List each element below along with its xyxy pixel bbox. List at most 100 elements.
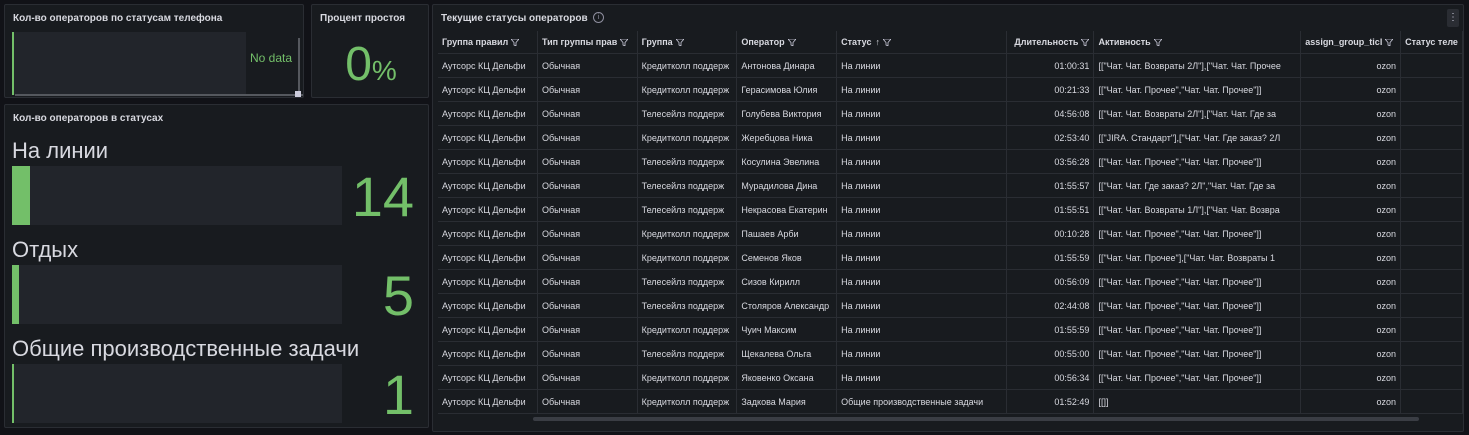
table-cell: Аутсорс КЦ Дельфи	[438, 101, 538, 126]
column-header[interactable]: Активность	[1093, 31, 1302, 54]
table-cell: Телесейлз поддерж	[637, 293, 738, 318]
table-cell: [["Чат. Чат. Прочее","Чат. Чат. Прочее"]…	[1093, 365, 1302, 390]
filter-icon[interactable]	[1153, 39, 1162, 47]
column-header-label: assign_group_ticl	[1305, 37, 1383, 47]
table-cell: 01:52:49	[1006, 389, 1095, 414]
table-row[interactable]: Аутсорс КЦ Дельфи Обычная Телесейлз поддер…	[438, 341, 1463, 366]
table-cell: Чуич Максим	[736, 317, 838, 342]
table-cell: Телесейлз поддерж	[637, 341, 738, 366]
column-header-label: Тип группы прав	[541, 37, 618, 47]
table-cell: [["Чат. Чат. Возвраты 2Л"],["Чат. Чат. П…	[1093, 53, 1302, 78]
table-cell: 02:53:40	[1006, 125, 1095, 150]
table-cell: 01:55:59	[1006, 245, 1095, 270]
table-cell: Обычная	[537, 197, 638, 222]
table-row[interactable]: Аутсорс КЦ Дельфи Обычная Кредитколл подде…	[438, 365, 1463, 390]
sort-ascending-icon[interactable]: ↑	[875, 37, 880, 47]
table-cell: Аутсорс КЦ Дельфи	[438, 269, 538, 294]
table-cell: Обычная	[537, 245, 638, 270]
idle-percent-title: Процент простоя	[320, 13, 406, 24]
table-row[interactable]: Аутсорс КЦ Дельфи Обычная Кредитколл подде…	[438, 221, 1463, 246]
panel-menu-icon[interactable]: ⋮	[1447, 9, 1459, 27]
table-row[interactable]: Аутсорс КЦ Дельфи Обычная Кредитколл подде…	[438, 77, 1463, 102]
filter-icon[interactable]	[1081, 39, 1090, 47]
table-horizontal-scrollbar[interactable]	[533, 417, 1419, 421]
table-row[interactable]: Аутсорс КЦ Дельфи Обычная Кредитколл подде…	[438, 389, 1463, 414]
operators-in-status-panel: Кол-во операторов в статусах На линии 14…	[4, 104, 429, 428]
column-header[interactable]: assign_group_ticl	[1300, 31, 1402, 54]
table-cell: [["JIRA. Стандарт"],["Чат. Чат. Где зака…	[1093, 125, 1302, 150]
table-cell: [["Чат. Чат. Прочее","Чат. Чат. Прочее"]…	[1093, 293, 1302, 318]
operator-statuses-panel: Текущие статусы операторов i ⋮ Группа пр…	[432, 4, 1464, 432]
table-row[interactable]: Аутсорс КЦ Дельфи Обычная Кредитколл подде…	[438, 125, 1463, 150]
table-cell: На линии	[836, 53, 1007, 78]
table-row[interactable]: Аутсорс КЦ Дельфи Обычная Кредитколл подде…	[438, 317, 1463, 342]
column-header[interactable]: Группа	[637, 31, 738, 54]
table-cell: [["Чат. Чат. Прочее","Чат. Чат. Прочее"]…	[1093, 149, 1302, 174]
table-cell: ozon	[1300, 317, 1402, 342]
idle-percent-stat: 0%	[312, 37, 430, 92]
table-cell: Телесейлз поддерж	[637, 101, 738, 126]
table-cell: На линии	[836, 293, 1007, 318]
table-cell: Обычная	[537, 125, 638, 150]
table-cell: ozon	[1300, 365, 1402, 390]
filter-icon[interactable]	[620, 39, 629, 47]
table-row[interactable]: Аутсорс КЦ Дельфи Обычная Кредитколл подде…	[438, 53, 1463, 78]
filter-icon[interactable]	[1385, 39, 1394, 47]
table-cell: Мурадилова Дина	[736, 173, 838, 198]
table-cell: Телесейлз поддерж	[637, 173, 738, 198]
column-header-label: Активность	[1098, 37, 1151, 47]
filter-icon[interactable]	[787, 39, 796, 47]
table-cell	[1400, 317, 1463, 342]
table-cell: 04:56:08	[1006, 101, 1095, 126]
table-cell: Обычная	[537, 317, 638, 342]
table-cell: Обычная	[537, 293, 638, 318]
column-header-label: Оператор	[741, 37, 785, 47]
table-row[interactable]: Аутсорс КЦ Дельфи Обычная Телесейлз поддер…	[438, 173, 1463, 198]
operators-in-status-title: Кол-во операторов в статусах	[13, 113, 164, 124]
phone-status-plot	[12, 32, 246, 95]
status-bar-fill	[12, 265, 19, 324]
phone-status-panel-title: Кол-во операторов по статусам телефона	[13, 13, 223, 24]
horizontal-scrollbar[interactable]	[15, 94, 303, 96]
column-header[interactable]: Оператор	[736, 31, 838, 54]
resize-handle[interactable]	[295, 91, 301, 97]
filter-icon[interactable]	[511, 39, 520, 47]
table-row[interactable]: Аутсорс КЦ Дельфи Обычная Телесейлз поддер…	[438, 101, 1463, 126]
column-header[interactable]: Группа правил	[438, 31, 538, 54]
idle-percent-unit: %	[371, 55, 397, 86]
info-icon[interactable]: i	[593, 12, 604, 23]
table-row[interactable]: Аутсорс КЦ Дельфи Обычная Телесейлз поддер…	[438, 269, 1463, 294]
table-row[interactable]: Аутсорс КЦ Дельфи Обычная Телесейлз поддер…	[438, 149, 1463, 174]
table-cell: Аутсорс КЦ Дельфи	[438, 293, 538, 318]
table-cell	[1400, 365, 1463, 390]
column-header[interactable]: Статус теле	[1400, 31, 1463, 54]
table-row[interactable]: Аутсорс КЦ Дельфи Обычная Телесейлз поддер…	[438, 197, 1463, 222]
table-cell: Пашаев Арби	[736, 221, 838, 246]
table-cell: 01:55:57	[1006, 173, 1095, 198]
table-row[interactable]: Аутсорс КЦ Дельфи Обычная Кредитколл подде…	[438, 245, 1463, 270]
table-cell: На линии	[836, 149, 1007, 174]
filter-icon[interactable]	[882, 39, 891, 47]
table-cell: Задкова Мария	[736, 389, 838, 414]
table-cell: Кредитколл поддерж	[637, 365, 738, 390]
filter-icon[interactable]	[675, 39, 684, 47]
table-cell: [["Чат. Чат. Где заказ? 2Л","Чат. Чат. Г…	[1093, 173, 1302, 198]
table-cell	[1400, 77, 1463, 102]
table-cell: 00:10:28	[1006, 221, 1095, 246]
status-label-online: На линии	[12, 138, 109, 163]
table-cell: На линии	[836, 125, 1007, 150]
column-header[interactable]: Статус ↑	[836, 31, 1007, 54]
column-header[interactable]: Длительность	[1006, 31, 1095, 54]
table-cell: 00:21:33	[1006, 77, 1095, 102]
table-cell: Аутсорс КЦ Дельфи	[438, 365, 538, 390]
table-cell: Обычная	[537, 101, 638, 126]
status-bar-online	[12, 166, 342, 225]
table-cell: ozon	[1300, 269, 1402, 294]
table-body: Аутсорс КЦ Дельфи Обычная Кредитколл подде…	[438, 53, 1463, 414]
column-header[interactable]: Тип группы прав	[537, 31, 638, 54]
table-cell: ozon	[1300, 221, 1402, 246]
table-row[interactable]: Аутсорс КЦ Дельфи Обычная Телесейлз поддер…	[438, 293, 1463, 318]
table-header-row: Группа правил Тип группы прав Группа Операт…	[438, 31, 1463, 54]
table-cell: Антонова Динара	[736, 53, 838, 78]
table-cell: Кредитколл поддерж	[637, 53, 738, 78]
